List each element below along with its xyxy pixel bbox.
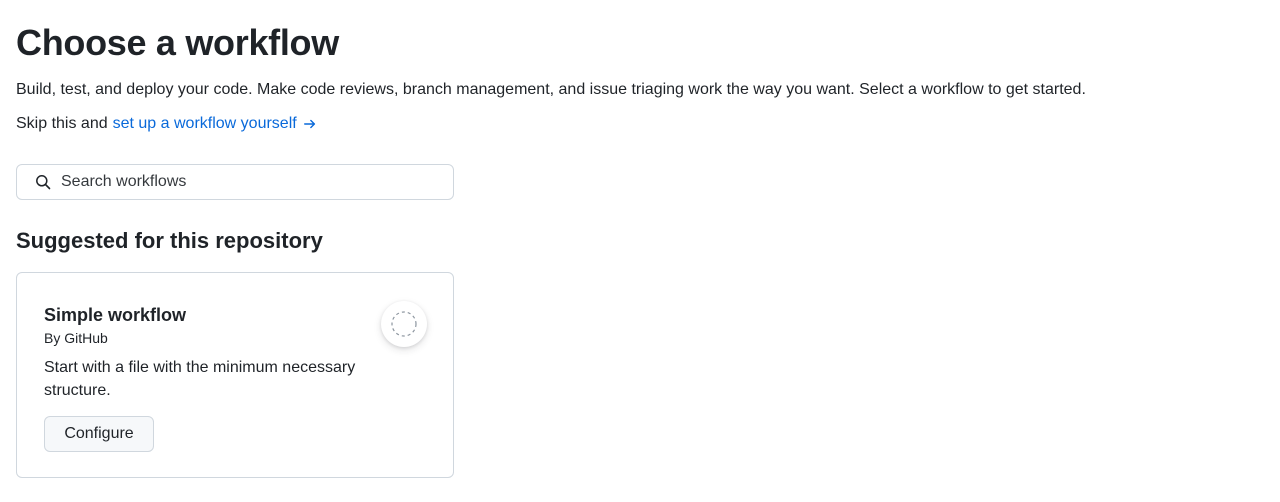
setup-workflow-yourself-link[interactable]: set up a workflow yourself	[113, 113, 317, 135]
skip-prefix: Skip this and	[16, 115, 108, 132]
page-description: Build, test, and deploy your code. Make …	[16, 81, 1086, 98]
choose-workflow-page: Choose a workflow Build, test, and deplo…	[0, 0, 1280, 502]
skip-link-label: set up a workflow yourself	[112, 115, 297, 132]
search-icon	[36, 175, 51, 190]
page-title: Choose a workflow	[16, 22, 339, 63]
workflow-card-author: By GitHub	[44, 330, 108, 346]
search-box[interactable]	[16, 164, 454, 200]
suggested-section-title: Suggested for this repository	[16, 228, 323, 253]
workflow-card-title: Simple workflow	[44, 305, 187, 325]
arrow-right-icon	[303, 119, 315, 129]
workflow-logo	[381, 301, 427, 347]
workflow-card-simple: Simple workflow By GitHub Start with a f…	[16, 272, 454, 478]
skip-line: Skip this and set up a workflow yourself	[16, 113, 317, 135]
workflow-card-description: Start with a file with the minimum neces…	[44, 359, 356, 399]
workflow-placeholder-icon	[391, 311, 417, 337]
configure-button[interactable]: Configure	[44, 416, 154, 452]
search-workflows-input[interactable]	[61, 173, 441, 191]
